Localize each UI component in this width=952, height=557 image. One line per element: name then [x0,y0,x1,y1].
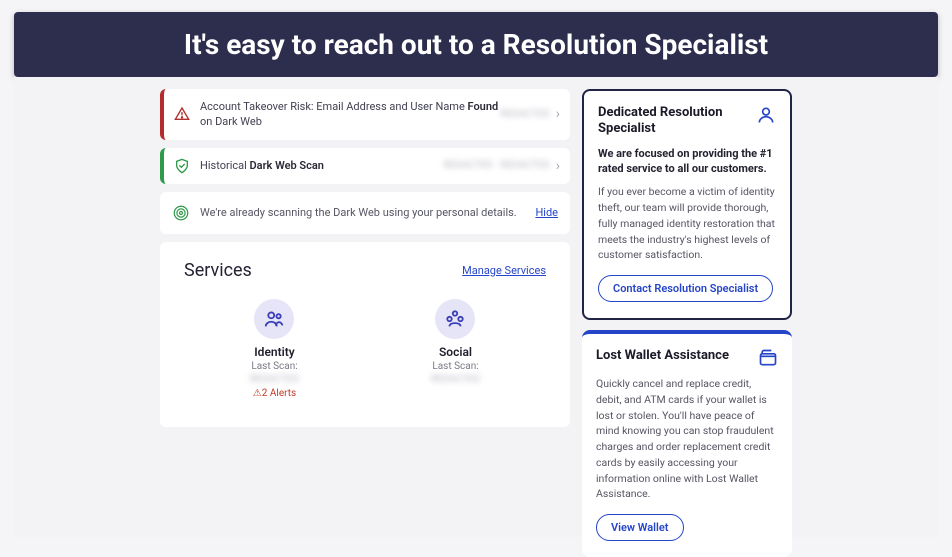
service-item-social: Social Last Scan: REDACTED [431,299,480,399]
alert-text: Account Takeover Risk: Email Address and… [200,99,500,130]
card-subtitle: We are focused on providing the #1 rated… [598,146,776,177]
dashboard-page: Account Takeover Risk: Email Address and… [14,77,938,537]
chevron-right-icon: › [556,106,560,122]
alert-row-takeover[interactable]: Account Takeover Risk: Email Address and… [160,89,570,140]
info-message: We're already scanning the Dark Web usin… [200,206,535,219]
card-body: Quickly cancel and replace credit, debit… [596,376,778,502]
lost-wallet-card: Lost Wallet Assistance Quickly cancel an… [582,330,792,557]
services-title: Services [184,260,252,281]
card-title: Dedicated Resolution Specialist [598,105,756,138]
identity-icon[interactable] [254,299,294,339]
radar-icon [172,204,190,222]
scanning-info-banner: We're already scanning the Dark Web usin… [160,192,570,234]
service-sub: Last Scan: [250,361,299,372]
shield-check-icon [174,158,190,174]
hide-link[interactable]: Hide [535,206,558,219]
card-title: Lost Wallet Assistance [596,348,729,364]
service-sub: Last Scan: [431,361,480,372]
service-last-scan: REDACTED [250,374,299,385]
manage-services-link[interactable]: Manage Services [462,264,546,277]
alert-meta: REDACTED [500,109,549,120]
service-name: Identity [250,345,299,359]
service-last-scan: REDACTED [431,374,480,385]
wallet-icon [758,348,778,368]
warning-triangle-icon [174,106,190,122]
alert-row-darkweb[interactable]: Historical Dark Web Scan REDACTED · REDA… [160,148,570,184]
services-card: Services Manage Services Identity Last S… [160,242,570,427]
view-wallet-button[interactable]: View Wallet [596,514,684,541]
promo-banner: It's easy to reach out to a Resolution S… [14,12,938,77]
service-name: Social [431,345,480,359]
card-body: If you ever become a victim of identity … [598,184,776,263]
chevron-right-icon: › [556,158,560,174]
resolution-specialist-card: Dedicated Resolution Specialist We are f… [582,89,792,320]
social-icon[interactable] [435,299,475,339]
person-icon [756,105,776,125]
side-column: Dedicated Resolution Specialist We are f… [582,85,792,537]
alert-meta: REDACTED · REDACTED [443,160,549,171]
contact-specialist-button[interactable]: Contact Resolution Specialist [598,275,773,302]
main-column: Account Takeover Risk: Email Address and… [160,85,570,537]
alert-text: Historical Dark Web Scan [200,158,443,173]
service-item-identity: Identity Last Scan: REDACTED ⚠2 Alerts [250,299,299,399]
service-alerts: ⚠2 Alerts [250,388,299,399]
